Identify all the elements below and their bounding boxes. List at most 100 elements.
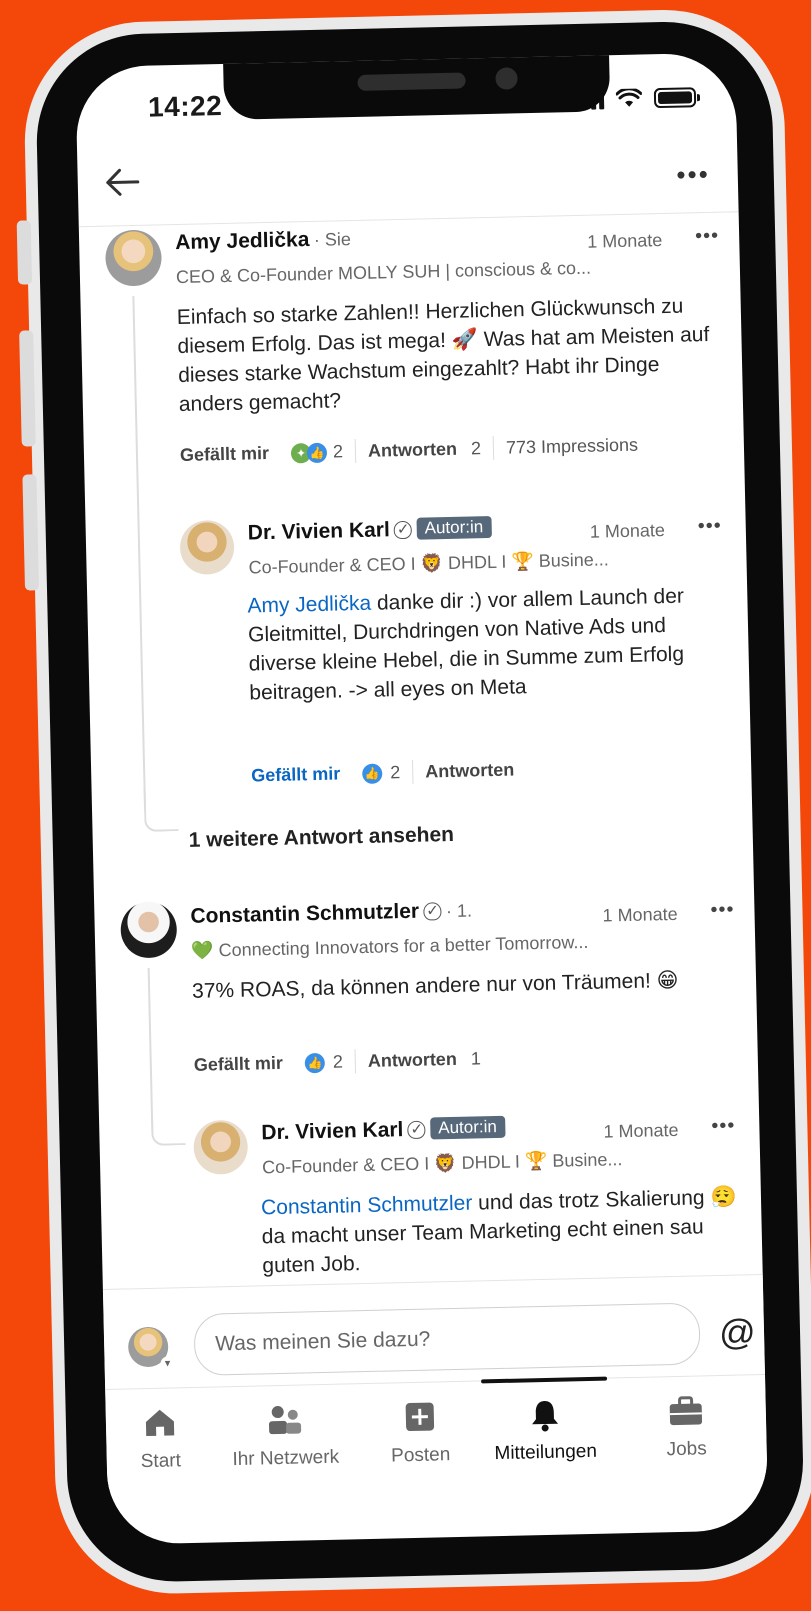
reply-more-button[interactable]: ••• bbox=[697, 515, 722, 539]
reply-count: 2 bbox=[470, 437, 482, 458]
reactions[interactable]: ✦ 👍 bbox=[290, 441, 328, 464]
tab-label: Ihr Netzwerk bbox=[232, 1446, 340, 1471]
divider bbox=[492, 435, 495, 460]
divider bbox=[354, 1049, 357, 1074]
tab-post[interactable]: Posten bbox=[370, 1400, 471, 1468]
camera bbox=[495, 67, 518, 90]
app-screen: 14:22 ••• Amy Jedlička · Sie 1 Monate ••… bbox=[75, 52, 769, 1545]
divider bbox=[412, 759, 414, 784]
reply-time: 1 Monate bbox=[603, 1119, 679, 1142]
comment-time: 1 Monate bbox=[587, 230, 663, 252]
comment-more-button[interactable]: ••• bbox=[710, 899, 735, 923]
back-button[interactable] bbox=[101, 166, 142, 206]
comment-author[interactable]: Amy Jedlička bbox=[175, 228, 310, 254]
arrow-left-icon bbox=[106, 168, 140, 196]
comment-text: 37% ROAS, da können andere nur von Träum… bbox=[191, 968, 679, 1003]
reaction-count: 2 bbox=[332, 440, 344, 462]
tab-notifications[interactable]: Mitteilungen bbox=[479, 1397, 610, 1466]
reply-author[interactable]: Dr. Vivien Karl bbox=[261, 1118, 404, 1144]
divider bbox=[354, 439, 357, 464]
reply-time: 1 Monate bbox=[589, 520, 666, 542]
author-headline: Co-Founder & CEO I 🦁 DHDL I 🏆 Busine... bbox=[261, 1149, 623, 1178]
author-badge: Autor:in bbox=[416, 515, 492, 540]
tab-label: Mitteilungen bbox=[494, 1440, 598, 1465]
mute-button bbox=[16, 220, 33, 285]
tab-start[interactable]: Start bbox=[112, 1406, 209, 1474]
reaction-count: 2 bbox=[390, 761, 401, 782]
status-time: 14:22 bbox=[147, 89, 223, 123]
battery-icon bbox=[653, 87, 697, 109]
reply-author[interactable]: Dr. Vivien Karl bbox=[248, 518, 391, 544]
comment-header: Amy Jedlička · Sie bbox=[175, 227, 351, 255]
verified-icon: ✓ bbox=[394, 520, 413, 540]
plus-square-icon bbox=[370, 1400, 471, 1438]
connection-degree: · 1. bbox=[445, 900, 473, 922]
like-icon: 👍 bbox=[304, 1052, 326, 1073]
avatar[interactable] bbox=[179, 519, 235, 576]
bottom-navigation: Start Ihr Netzwerk Posten Mitteilungen J… bbox=[105, 1373, 768, 1499]
author-headline: CEO & Co-Founder MOLLY SUH | conscious &… bbox=[175, 257, 592, 288]
comment-input[interactable]: Was meinen Sie dazu? bbox=[193, 1302, 701, 1376]
comment-header: Constantin Schmutzler ✓ · 1. bbox=[190, 899, 472, 929]
mention-link[interactable]: Amy Jedlička bbox=[247, 592, 371, 618]
avatar[interactable] bbox=[120, 901, 178, 959]
verified-icon: ✓ bbox=[407, 1120, 427, 1140]
reply-header: Dr. Vivien Karl ✓ Autor:in bbox=[261, 1115, 506, 1146]
author-badge: Autor:in bbox=[430, 1115, 506, 1140]
reactions[interactable]: 👍 bbox=[362, 762, 383, 784]
volume-down-button bbox=[22, 474, 40, 591]
home-icon bbox=[112, 1406, 209, 1444]
thread-line bbox=[150, 1115, 186, 1146]
reply-button[interactable]: Antworten bbox=[368, 1048, 457, 1071]
reactions[interactable]: 👍 bbox=[304, 1051, 326, 1073]
comment-author[interactable]: Constantin Schmutzler bbox=[190, 900, 419, 928]
thread-line bbox=[143, 785, 179, 832]
like-icon: 👍 bbox=[362, 763, 383, 784]
more-options-button[interactable]: ••• bbox=[676, 159, 710, 191]
top-bar: ••• bbox=[77, 140, 739, 228]
like-button[interactable]: Gefällt mir bbox=[251, 763, 340, 786]
reply-actions: Gefällt mir 👍 2 Antworten bbox=[251, 758, 515, 788]
reply-text: Amy Jedlička danke dir :) vor allem Laun… bbox=[247, 581, 736, 708]
author-headline: 💚 Connecting Innovators for a better Tom… bbox=[191, 931, 589, 961]
wifi-icon bbox=[615, 88, 643, 107]
speaker bbox=[357, 72, 466, 91]
tab-label: Start bbox=[140, 1450, 182, 1473]
reply-count: 1 bbox=[470, 1047, 482, 1069]
thread-line bbox=[147, 967, 154, 1134]
comment-actions: Gefällt mir 👍 2 Antworten 1 bbox=[194, 1046, 482, 1077]
briefcase-icon bbox=[625, 1393, 746, 1432]
connection-degree: · Sie bbox=[313, 229, 352, 250]
mention-button[interactable]: @ bbox=[719, 1311, 756, 1354]
chevron-down-icon[interactable]: ▾ bbox=[160, 1356, 175, 1371]
tab-jobs[interactable]: Jobs bbox=[625, 1393, 746, 1462]
like-icon: 👍 bbox=[306, 442, 328, 463]
comment-composer: ▾ Was meinen Sie dazu? @ bbox=[102, 1274, 765, 1389]
volume-up-button bbox=[19, 330, 36, 447]
thread-line bbox=[132, 296, 146, 808]
tab-network[interactable]: Ihr Netzwerk bbox=[210, 1402, 361, 1471]
author-headline: Co-Founder & CEO I 🦁 DHDL I 🏆 Busine... bbox=[248, 549, 609, 578]
comment-time: 1 Monate bbox=[602, 903, 678, 926]
avatar[interactable] bbox=[104, 229, 163, 287]
phone-mockup: 14:22 ••• Amy Jedlička · Sie 1 Monate ••… bbox=[0, 0, 811, 1611]
comment-more-button[interactable]: ••• bbox=[695, 225, 720, 249]
reply-header: Dr. Vivien Karl ✓ Autor:in bbox=[248, 515, 492, 546]
bell-icon bbox=[479, 1397, 610, 1436]
like-button[interactable]: Gefällt mir bbox=[180, 443, 269, 466]
notch bbox=[223, 52, 611, 120]
tab-label: Posten bbox=[390, 1444, 451, 1467]
reply-button[interactable]: Antworten bbox=[425, 759, 514, 782]
network-icon bbox=[210, 1402, 361, 1441]
verified-icon: ✓ bbox=[423, 902, 442, 921]
reply-button[interactable]: Antworten bbox=[368, 438, 457, 461]
reply-text: Constantin Schmutzler und das trotz Skal… bbox=[261, 1182, 749, 1280]
avatar[interactable] bbox=[193, 1119, 249, 1175]
impressions: 773 Impressions bbox=[505, 434, 639, 458]
mention-link[interactable]: Constantin Schmutzler bbox=[261, 1192, 473, 1220]
tab-label: Jobs bbox=[666, 1438, 707, 1461]
comment-actions: Gefällt mir ✦ 👍 2 Antworten 2 773 Impress… bbox=[180, 433, 639, 467]
like-button[interactable]: Gefällt mir bbox=[194, 1052, 283, 1075]
reply-more-button[interactable]: ••• bbox=[711, 1115, 736, 1139]
load-more-replies-button[interactable]: 1 weitere Antwort ansehen bbox=[188, 823, 454, 853]
